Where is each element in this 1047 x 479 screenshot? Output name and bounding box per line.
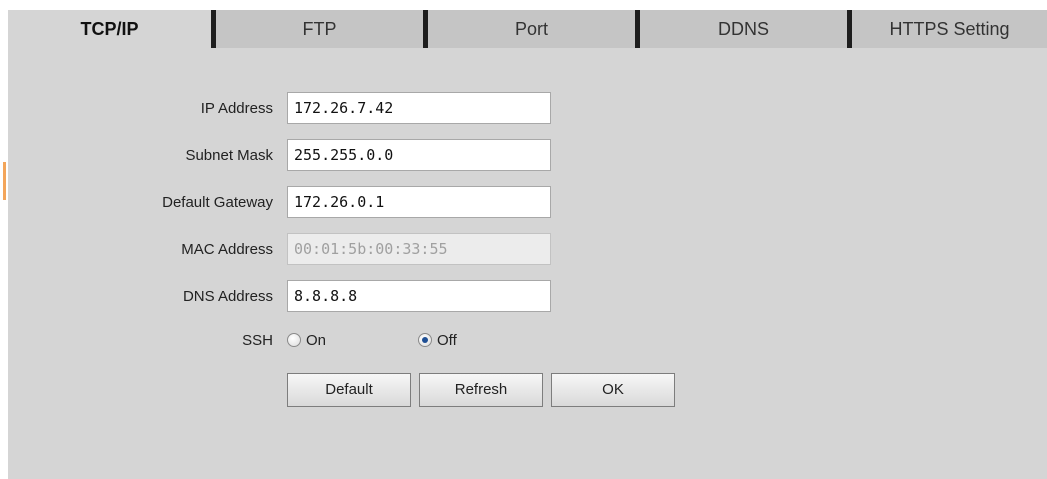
tab-https-setting[interactable]: HTTPS Setting bbox=[852, 10, 1047, 48]
ok-button[interactable]: OK bbox=[551, 373, 675, 407]
tab-bar: TCP/IP FTP Port DDNS HTTPS Setting bbox=[8, 10, 1047, 48]
mac-address-row: MAC Address bbox=[8, 233, 1047, 267]
ssh-on-label: On bbox=[306, 332, 327, 349]
tab-tcp-ip[interactable]: TCP/IP bbox=[8, 10, 211, 48]
mac-address-field bbox=[287, 233, 551, 265]
subnet-mask-field[interactable] bbox=[287, 139, 551, 171]
dns-address-label: DNS Address bbox=[182, 288, 273, 305]
ssh-off-radio[interactable]: Off bbox=[418, 324, 457, 358]
settings-panel: TCP/IP FTP Port DDNS HTTPS Setting IP Ad… bbox=[8, 10, 1047, 479]
default-button[interactable]: Default bbox=[287, 373, 411, 407]
radio-unchecked-icon bbox=[287, 333, 301, 348]
default-gateway-label: Default Gateway bbox=[162, 194, 273, 211]
ip-address-label: IP Address bbox=[200, 100, 273, 117]
default-gateway-row: Default Gateway bbox=[8, 186, 1047, 220]
ip-address-field[interactable] bbox=[287, 92, 551, 124]
ssh-label: SSH bbox=[242, 332, 273, 349]
tab-ftp[interactable]: FTP bbox=[216, 10, 423, 48]
ssh-off-label: Off bbox=[437, 332, 457, 349]
ssh-on-radio[interactable]: On bbox=[287, 324, 326, 358]
default-gateway-field[interactable] bbox=[287, 186, 551, 218]
ssh-row: SSH On Off bbox=[8, 324, 1047, 358]
page-frame: TCP/IP FTP Port DDNS HTTPS Setting IP Ad… bbox=[0, 0, 1047, 479]
mac-address-label: MAC Address bbox=[181, 241, 273, 258]
subnet-mask-row: Subnet Mask bbox=[8, 139, 1047, 173]
refresh-button[interactable]: Refresh bbox=[419, 373, 543, 407]
left-accent-bar bbox=[3, 162, 6, 200]
tab-port[interactable]: Port bbox=[428, 10, 635, 48]
tab-ddns[interactable]: DDNS bbox=[640, 10, 847, 48]
dns-address-row: DNS Address bbox=[8, 280, 1047, 314]
ip-address-row: IP Address bbox=[8, 92, 1047, 126]
radio-checked-icon bbox=[418, 333, 432, 348]
subnet-mask-label: Subnet Mask bbox=[185, 147, 273, 164]
dns-address-field[interactable] bbox=[287, 280, 551, 312]
